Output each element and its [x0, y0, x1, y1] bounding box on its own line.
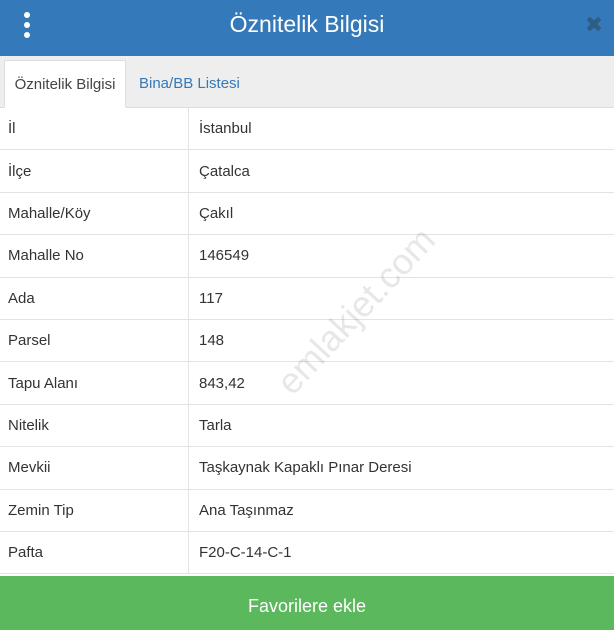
attribute-key: İlçe	[0, 150, 189, 192]
attribute-value: İstanbul	[199, 120, 252, 138]
attribute-key: Nitelik	[0, 404, 189, 447]
table-row: Mahalle No 146549	[0, 235, 614, 278]
attribute-value: 148	[199, 332, 225, 350]
attribute-key: Tapu Alanı	[0, 362, 189, 404]
attribute-value: Ana Taşınmaz	[199, 501, 294, 519]
tab-bar: Öznitelik Bilgisi Bina/BB Listesi	[0, 56, 614, 108]
table-row: Mevkii Taşkaynak Kapaklı Pınar Deresi	[0, 447, 614, 490]
table-row: Zemin Tip Ana Taşınmaz	[0, 489, 614, 532]
attribute-key: Mahalle/Köy	[0, 192, 189, 235]
attribute-value: Çatalca	[199, 162, 250, 180]
attribute-value: 117	[199, 289, 223, 307]
table-row: Ada 117	[0, 277, 614, 320]
table-row: Mahalle/Köy Çakıl	[0, 192, 614, 236]
table-row: Nitelik Tarla	[0, 404, 614, 448]
attribute-key: Parsel	[0, 319, 189, 362]
attribute-key: Mahalle No	[0, 235, 189, 277]
attribute-value: Tarla	[199, 416, 232, 434]
tab-attribute-info[interactable]: Öznitelik Bilgisi	[4, 60, 126, 108]
attribute-key: Zemin Tip	[0, 489, 189, 531]
dialog-title: Öznitelik Bilgisi	[229, 11, 385, 37]
table-row: İlçe Çatalca	[0, 150, 614, 193]
add-to-favorites-button[interactable]: Favorilere ekle	[0, 576, 614, 630]
table-row: Tapu Alanı 843,42	[0, 362, 614, 405]
attribute-value: 843,42	[199, 374, 245, 392]
attribute-key: Ada	[0, 277, 189, 319]
header-bar: Öznitelik Bilgisi ✖	[0, 0, 614, 56]
table-row: Pafta F20-C-14-C-1	[0, 531, 614, 575]
attribute-value: Taşkaynak Kapaklı Pınar Deresi	[199, 459, 412, 477]
attribute-key: Mevkii	[0, 447, 189, 489]
attribute-value: F20-C-14-C-1	[199, 544, 292, 562]
close-icon[interactable]: ✖	[582, 12, 606, 38]
attribute-key: İl	[0, 108, 189, 150]
table-row: İl İstanbul	[0, 108, 614, 151]
tab-building-list[interactable]: Bina/BB Listesi	[139, 60, 240, 108]
attribute-table: İl İstanbul İlçe Çatalca Mahalle/Köy Çak…	[0, 108, 614, 575]
attribute-key: Pafta	[0, 531, 189, 574]
attribute-value: 146549	[199, 247, 250, 265]
attribute-value: Çakıl	[199, 204, 234, 222]
table-row: Parsel 148	[0, 319, 614, 363]
